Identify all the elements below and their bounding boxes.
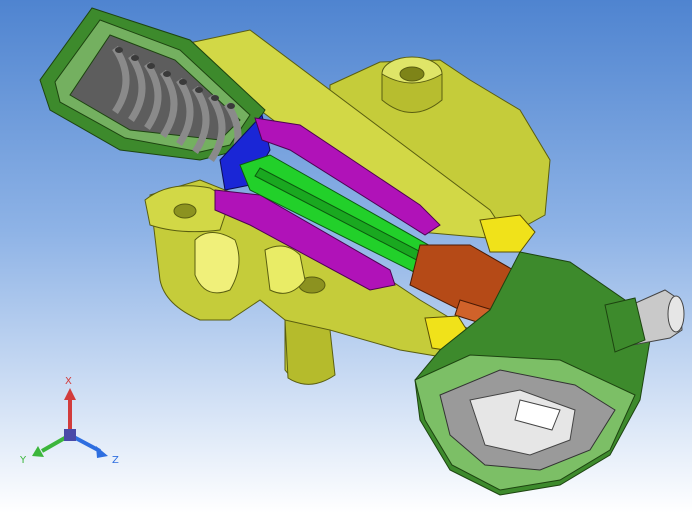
z-axis-label: Z [112,455,119,466]
axis-triad [32,388,108,458]
y-axis-label: Y [20,455,27,466]
3d-viewport[interactable]: X Y Z [0,0,692,513]
z-axis-arrow [96,446,108,458]
x-axis-label: X [65,376,72,387]
x-axis-arrow [64,388,76,400]
triad-origin [64,429,76,441]
y-axis-arrow [32,446,44,457]
